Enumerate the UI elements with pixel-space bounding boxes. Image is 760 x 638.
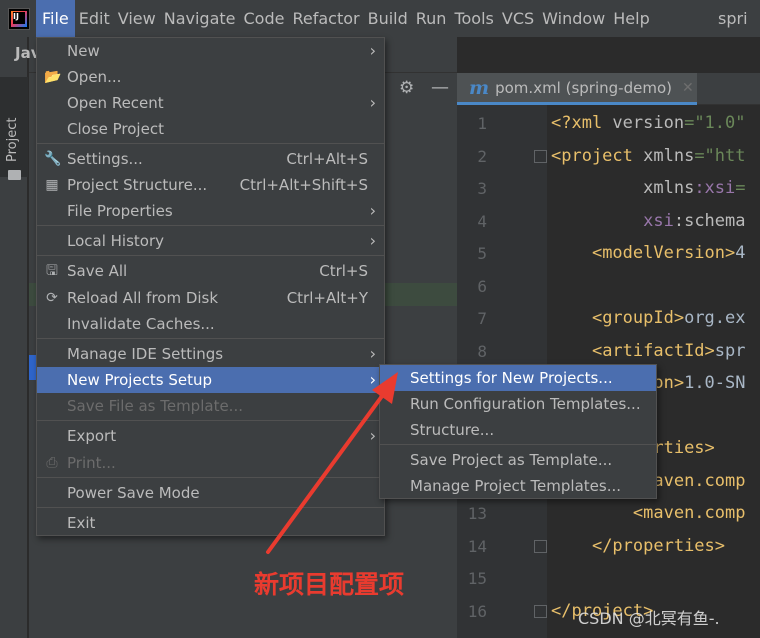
annotation-arrow (266, 372, 398, 554)
ide-window: File Edit View Navigate Code Refactor Bu… (0, 0, 760, 638)
annotation-label: 新项目配置项 (254, 570, 405, 599)
watermark: CSDN @北冥有鱼-. (578, 609, 720, 628)
